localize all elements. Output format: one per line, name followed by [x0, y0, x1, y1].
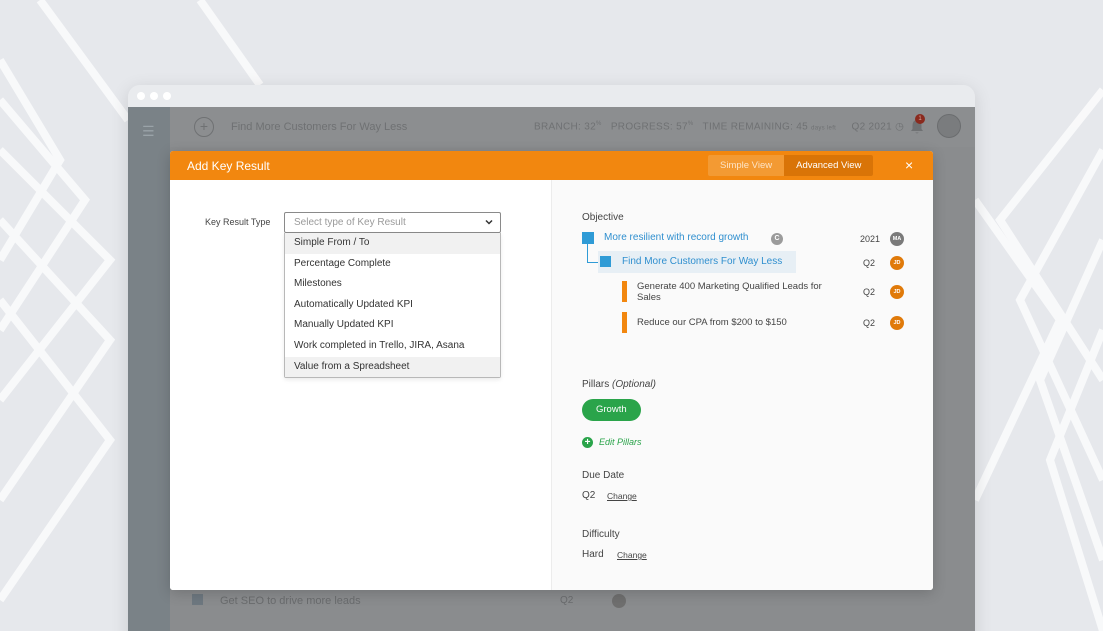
modal-left-panel: Key Result Type Select type of Key Resul… [170, 180, 551, 590]
due-date-value: Q2 [582, 490, 596, 501]
optional-text: (Optional) [612, 379, 656, 390]
plus-circle-icon: + [582, 436, 593, 448]
background-row-quarter: Q2 [560, 595, 574, 606]
current-objective-link[interactable]: Find More Customers For Way Less [622, 256, 782, 267]
tree-connector [587, 244, 588, 262]
pillars-label: Pillars (Optional) [582, 379, 656, 390]
stat-value: 57 [676, 121, 688, 133]
difficulty-value: Hard [582, 549, 604, 560]
avatar: JD [890, 285, 904, 299]
select-placeholder: Select type of Key Result [294, 217, 406, 228]
window-dot[interactable] [137, 92, 145, 100]
key-result-bar [622, 281, 627, 302]
add-icon[interactable]: + [194, 117, 214, 137]
key-result-text: Generate 400 Marketing Qualified Leads f… [637, 281, 822, 303]
option-work-completed[interactable]: Work completed in Trello, JIRA, Asana [285, 336, 500, 357]
stat-label: BRANCH: [534, 121, 582, 133]
objective-stats: BRANCH: 32% PROGRESS: 57% TIME REMAINING… [534, 121, 905, 133]
notification-badge: 1 [915, 114, 925, 124]
key-result-quarter: Q2 [863, 287, 876, 297]
window-dot[interactable] [163, 92, 171, 100]
option-automatically-updated-kpi[interactable]: Automatically Updated KPI [285, 295, 500, 316]
simple-view-button[interactable]: Simple View [708, 155, 784, 176]
advanced-view-button[interactable]: Advanced View [784, 155, 874, 176]
key-result-type-label: Key Result Type [205, 217, 271, 227]
key-result-type-options: Simple From / To Percentage Complete Mil… [284, 233, 501, 379]
stat-label: PROGRESS: [610, 121, 673, 133]
option-manually-updated-kpi[interactable]: Manually Updated KPI [285, 315, 500, 336]
stat-label: TIME REMAINING: [702, 121, 794, 133]
browser-title-bar [128, 85, 975, 107]
company-badge: C [771, 233, 783, 245]
objective-quarter: Q2 [863, 258, 876, 268]
option-simple-from-to[interactable]: Simple From / To [285, 233, 500, 254]
view-toggle: Simple View Advanced View [708, 155, 874, 176]
option-value-from-spreadsheet[interactable]: Value from a Spreadsheet [285, 356, 500, 378]
key-result-bar [622, 312, 627, 333]
quarter-selector[interactable]: Q2 2021 [852, 121, 892, 132]
objective-square-icon [600, 256, 611, 267]
pillar-tag-growth[interactable]: Growth [582, 399, 641, 421]
due-date-change-link[interactable]: Change [607, 491, 637, 501]
option-milestones[interactable]: Milestones [285, 274, 500, 295]
key-result-type-select[interactable]: Select type of Key Result [284, 212, 501, 233]
stat-unit: % [595, 121, 602, 127]
difficulty-change-link[interactable]: Change [617, 550, 647, 560]
close-icon[interactable]: × [905, 157, 913, 173]
objective-square-icon [582, 232, 594, 244]
modal-right-panel: Objective More resilient with record gro… [551, 180, 933, 590]
window-controls [137, 92, 171, 100]
avatar: JD [890, 256, 904, 270]
chevron-down-icon [485, 219, 493, 225]
key-result-text: Reduce our CPA from $200 to $150 [637, 317, 787, 328]
option-percentage-complete[interactable]: Percentage Complete [285, 254, 500, 275]
stat-unit: % [687, 121, 694, 127]
stat-value: 45 [796, 121, 808, 133]
parent-year: 2021 [860, 234, 881, 244]
app-header: + Find More Customers For Way Less BRANC… [170, 107, 975, 147]
objective-label: Objective [582, 212, 624, 223]
stat-unit: days left [811, 125, 837, 132]
objective-square-icon [192, 594, 203, 605]
edit-pillars-text: Edit Pillars [599, 437, 642, 447]
app-sidebar: ☰ [128, 107, 170, 631]
modal-title: Add Key Result [187, 159, 270, 173]
window-dot[interactable] [150, 92, 158, 100]
edit-pillars-link[interactable]: + Edit Pillars [582, 436, 642, 448]
avatar [612, 594, 626, 608]
modal-header: Add Key Result Simple View Advanced View… [170, 151, 933, 180]
user-avatar[interactable] [937, 114, 961, 138]
background-row-text: Get SEO to drive more leads [220, 595, 361, 607]
pillars-label-text: Pillars [582, 379, 610, 390]
add-key-result-modal: Add Key Result Simple View Advanced View… [170, 151, 933, 590]
avatar: MA [890, 232, 904, 246]
hamburger-icon[interactable]: ☰ [142, 123, 155, 140]
difficulty-label: Difficulty [582, 529, 620, 540]
key-result-quarter: Q2 [863, 318, 876, 328]
avatar: JD [890, 316, 904, 330]
stat-value: 32 [584, 121, 596, 133]
objective-title: Find More Customers For Way Less [231, 121, 408, 133]
due-date-label: Due Date [582, 470, 625, 481]
parent-objective-link[interactable]: More resilient with record growth [604, 232, 749, 243]
